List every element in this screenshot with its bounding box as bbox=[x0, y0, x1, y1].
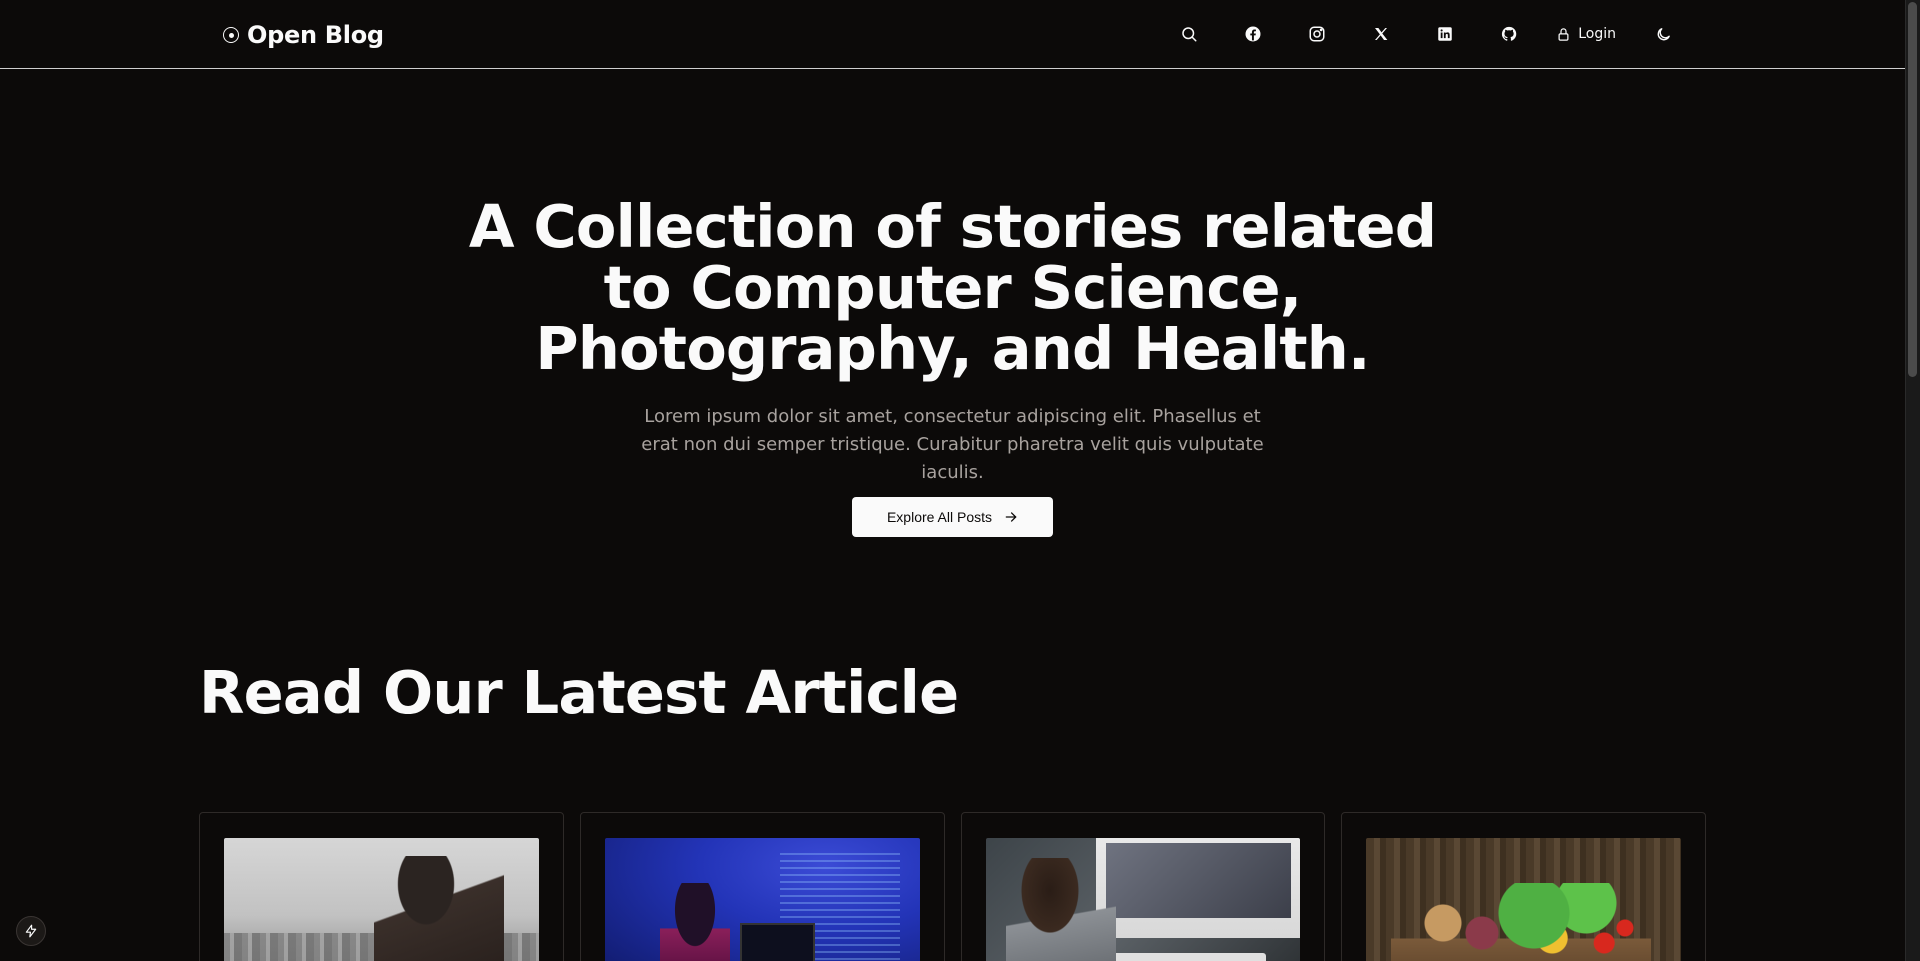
vegetables-image bbox=[1366, 838, 1681, 961]
explore-all-posts-button[interactable]: Explore All Posts bbox=[852, 497, 1053, 537]
photographer-image bbox=[224, 838, 539, 961]
article-card[interactable] bbox=[579, 812, 945, 961]
linkedin-icon[interactable] bbox=[1428, 17, 1462, 51]
x-icon[interactable] bbox=[1364, 17, 1398, 51]
article-card[interactable] bbox=[1341, 812, 1706, 961]
arrow-right-icon bbox=[1004, 510, 1018, 524]
lightning-badge[interactable] bbox=[16, 916, 46, 946]
login-label: Login bbox=[1578, 26, 1616, 42]
coder-image bbox=[604, 838, 920, 961]
scrollbar-thumb[interactable] bbox=[1908, 2, 1917, 377]
site-header: Open Blog Login bbox=[0, 0, 1905, 69]
instagram-icon[interactable] bbox=[1300, 17, 1334, 51]
article-cards bbox=[199, 812, 1706, 961]
page-scrollbar[interactable] bbox=[1905, 0, 1920, 961]
lock-icon bbox=[1556, 27, 1571, 42]
theme-toggle[interactable] bbox=[1646, 17, 1680, 51]
article-card[interactable] bbox=[199, 812, 564, 961]
site-logo[interactable]: Open Blog bbox=[223, 18, 384, 52]
lightning-icon bbox=[24, 924, 38, 938]
logo-icon bbox=[223, 27, 239, 43]
github-icon[interactable] bbox=[1492, 17, 1526, 51]
moon-icon bbox=[1655, 26, 1672, 43]
hero-subtitle: Lorem ipsum dolor sit amet, consectetur … bbox=[641, 406, 1264, 483]
latest-articles-title: Read Our Latest Article bbox=[199, 658, 959, 727]
search-icon[interactable] bbox=[1172, 17, 1206, 51]
logo-text: Open Blog bbox=[247, 21, 384, 49]
header-nav: Login bbox=[1142, 17, 1680, 51]
facebook-icon[interactable] bbox=[1236, 17, 1270, 51]
hero-title: A Collection of stories related to Compu… bbox=[468, 192, 1437, 383]
computer-user-image bbox=[985, 838, 1301, 961]
article-card[interactable] bbox=[960, 812, 1326, 961]
explore-label: Explore All Posts bbox=[886, 509, 993, 525]
login-button[interactable]: Login bbox=[1556, 17, 1616, 51]
